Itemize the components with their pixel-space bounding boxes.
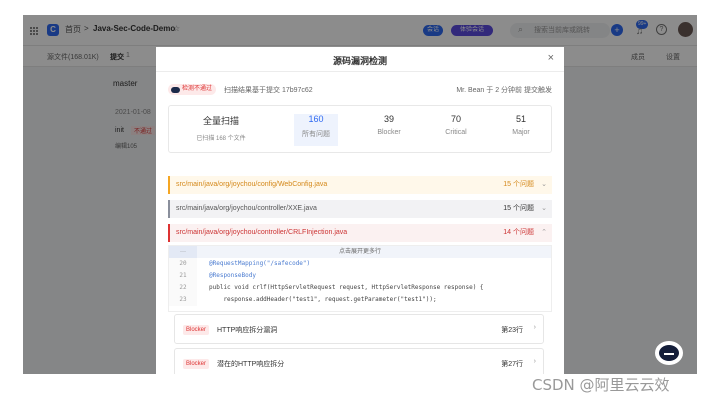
stat-label: Major: [512, 129, 530, 136]
line-number: 20: [169, 258, 197, 270]
code-line: 21 @ResponseBody: [169, 270, 551, 282]
file-path: src/main/java/org/joychou/controller/XXE…: [176, 205, 317, 212]
issue-item[interactable]: Blocker 潜在的HTTP响应拆分 第27行 ›: [174, 348, 544, 374]
chevron-down-icon: ⌄: [541, 205, 547, 212]
file-row-webconfig[interactable]: src/main/java/org/joychou/config/WebConf…: [168, 176, 552, 194]
code-text: response.addHeader("test1", request.getP…: [209, 296, 437, 303]
stat-value: 39: [383, 114, 394, 124]
stat-blocker[interactable]: 39 Blocker: [367, 114, 411, 136]
stat-value: 51: [515, 114, 526, 124]
expand-dots-icon: ···: [169, 246, 197, 258]
issue-count: 15 个问题: [503, 181, 534, 188]
chevron-down-icon: ⌄: [541, 181, 547, 188]
code-line: 20 @RequestMapping("/safecode"): [169, 258, 551, 270]
stat-major[interactable]: 51 Major: [499, 114, 543, 136]
expand-text: 点击展开更多行: [338, 249, 381, 255]
issue-title: 潜在的HTTP响应拆分: [217, 361, 285, 368]
issue-count: 14 个问题: [503, 229, 534, 236]
stat-label: Critical: [445, 129, 467, 136]
chat-assistant-button[interactable]: [655, 341, 683, 365]
stat-label: 所有问题: [302, 131, 330, 138]
scan-status-row: 检测不通过 扫描结果基于提交 17b97c62 Mr. Bean 于 2 分钟前…: [168, 82, 552, 96]
code-line: 23 response.addHeader("test1", request.g…: [169, 294, 551, 306]
app-window: C 首页 > Java-Sec-Code-Demo ☆ 会话 体验会话 搜索当前…: [23, 15, 697, 374]
scanned-files: 已扫描 168 个文件: [196, 136, 246, 142]
stats-panel: 全量扫描 已扫描 168 个文件 160 所有问题 39 Blocker 70 …: [168, 105, 552, 153]
file-path: src/main/java/org/joychou/config/WebConf…: [176, 181, 328, 188]
status-dot-icon: [171, 86, 180, 93]
chat-bot-icon: [659, 345, 679, 361]
code-snippet: ··· 点击展开更多行 20 @RequestMapping("/safecod…: [168, 245, 552, 312]
fail-badge-label: 检测不通过: [182, 86, 213, 92]
line-number: 23: [169, 294, 197, 306]
file-path: src/main/java/org/joychou/controller/CRL…: [176, 229, 348, 236]
issue-line: 第23行: [501, 327, 523, 334]
line-number: 21: [169, 270, 197, 282]
code-text: public void crlf(HttpServletRequest requ…: [209, 284, 484, 291]
file-row-xxe[interactable]: src/main/java/org/joychou/controller/XXE…: [168, 200, 552, 218]
severity-tag: Blocker: [183, 359, 210, 369]
severity-tag: Blocker: [183, 325, 210, 335]
full-scan-label: 全量扫描: [202, 116, 239, 126]
stat-value: 70: [450, 114, 461, 124]
close-icon[interactable]: ×: [548, 52, 554, 64]
line-number: 22: [169, 282, 197, 294]
issue-item[interactable]: Blocker HTTP响应拆分漏洞 第23行 ›: [174, 314, 544, 344]
stat-value: 160: [308, 114, 324, 124]
full-scan-summary: 全量扫描 已扫描 168 个文件: [169, 114, 273, 142]
expand-more-lines[interactable]: ··· 点击展开更多行: [169, 246, 551, 258]
scan-info: 扫描结果基于提交 17b97c62: [224, 87, 313, 94]
issue-line: 第27行: [501, 361, 523, 368]
watermark: CSDN @阿里云云效: [532, 376, 670, 394]
chevron-right-icon: ›: [533, 324, 536, 331]
dialog-title: 源码漏洞检测: [332, 56, 387, 66]
stat-label: Blocker: [377, 129, 401, 136]
code-text: @RequestMapping("/safecode"): [209, 260, 311, 267]
stat-all-issues[interactable]: 160 所有问题: [294, 114, 338, 146]
chevron-right-icon: ›: [533, 358, 536, 365]
file-row-crlf[interactable]: src/main/java/org/joychou/controller/CRL…: [168, 224, 552, 242]
dialog-header: 源码漏洞检测 ×: [156, 47, 564, 72]
code-line: 22 public void crlf(HttpServletRequest r…: [169, 282, 551, 294]
issue-count: 15 个问题: [503, 205, 534, 212]
stat-critical[interactable]: 70 Critical: [434, 114, 478, 136]
fail-badge: 检测不通过: [168, 84, 217, 95]
issue-title: HTTP响应拆分漏洞: [217, 327, 278, 334]
vuln-scan-dialog: 源码漏洞检测 × 检测不通过 扫描结果基于提交 17b97c62 Mr. Bea…: [156, 47, 564, 374]
chevron-up-icon: ⌃: [541, 229, 547, 236]
code-text: @ResponseBody: [209, 272, 256, 279]
trigger-info: Mr. Bean 于 2 分钟前 提交触发: [456, 87, 552, 94]
